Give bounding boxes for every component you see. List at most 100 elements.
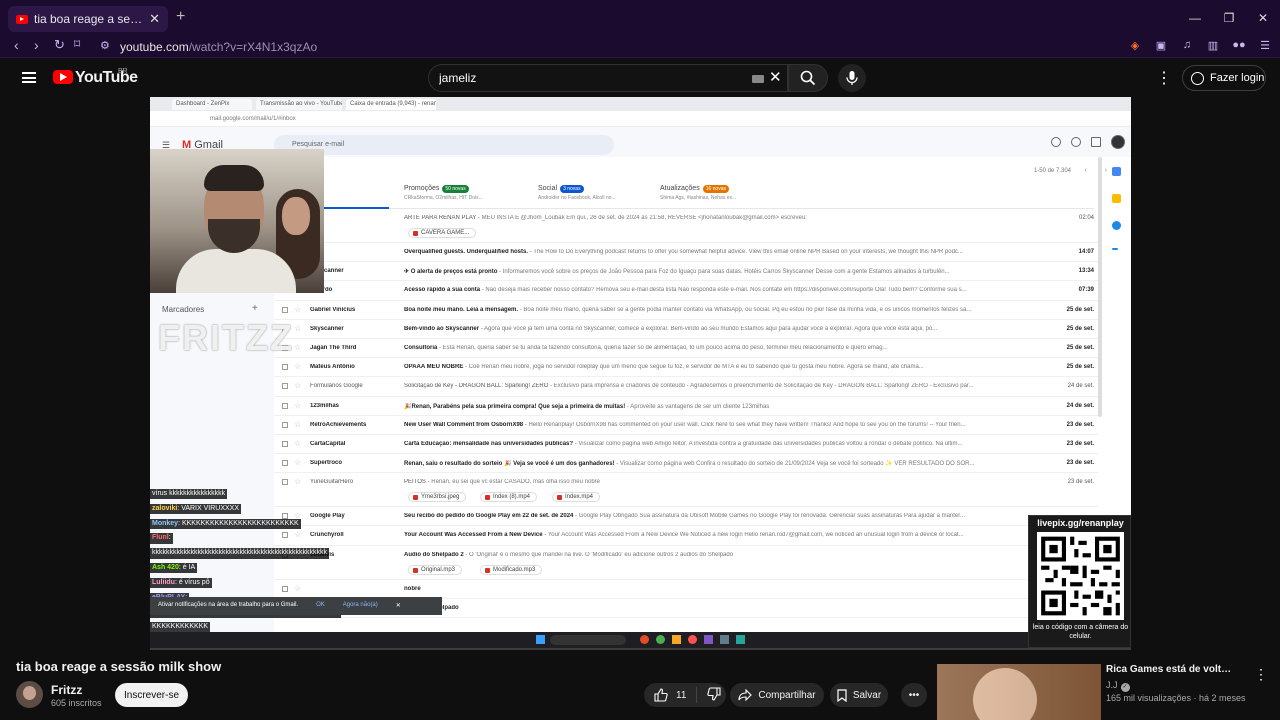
star-icon: ☆ [294,342,302,352]
email-snippet: Seu recibo do pedido do Google Play em 2… [404,513,1044,519]
email-date: 25 de set. [1066,325,1094,332]
share-button[interactable]: Compartilhar [730,683,824,707]
maximize-icon[interactable]: ❐ [1212,0,1246,36]
voice-search-button[interactable] [838,64,866,92]
minimize-icon[interactable]: — [1178,0,1212,36]
recommended-video-title[interactable]: Rica Games está de volta /... [1106,664,1236,675]
star-icon: ☆ [294,400,302,410]
chat-author: Luliidu [152,578,175,586]
search-input[interactable] [439,70,739,86]
notification-text: Ativar notificações na área de trabalho … [158,602,299,608]
email-preview: - Boa noite meu mano, queria saber se a … [518,306,972,313]
star-icon: ☆ [294,477,302,487]
category-name: Atualizações [660,185,700,192]
chat-author: Ash 420 [152,564,179,572]
email-row: ☆ Crunchyroll Your Account Was Accessed Fr… [274,526,1098,546]
email-attachment: Original.mp3 [408,564,463,575]
star-icon: ☆ [294,381,302,391]
gmail-categories: Promoções 50 novas CRkaSforma, O2milhas, … [274,179,1094,209]
email-preview: - MEU INSTA E @Jhom_Loubak Em qui., 26 d… [476,215,807,221]
subscribe-button[interactable]: Inscrever-se [115,683,188,707]
email-row: ☆tiodelvisAudio do Shelpado 2 - O 'Origi… [274,546,1098,580]
recommended-more-icon[interactable]: ⋮ [1254,666,1268,683]
email-sender: CartaCapital [310,440,346,447]
dislike-button[interactable] [697,686,731,704]
email-scrollbar [1098,157,1102,417]
star-icon: ☆ [294,362,302,372]
email-preview: - Hello Renanplay! OsbornX98 has comment… [523,421,966,428]
email-snippet: ARTE PARA RENAN PLAY - MEU INSTA E @Jhom… [404,215,1044,221]
extensions-icon[interactable]: ●● [1232,38,1246,52]
channel-watermark: FRITZZ [158,317,294,358]
video-tab: Transmissão ao vivo - YouTube [256,99,342,110]
labels-heading: Marcadores [162,305,205,314]
verified-icon: ✓ [1120,683,1130,692]
site-settings-icon[interactable]: ⚙ [100,39,110,52]
chat-author: Monkey [152,519,179,527]
category-badge: 50 novas [442,185,469,193]
email-row: ☆ CartaCapital Carta Educação: mensalidade… [274,435,1098,455]
brave-shield-icon[interactable]: ◈ [1128,38,1142,52]
email-checkbox [282,460,288,467]
recommended-video-thumbnail[interactable] [937,664,1101,720]
email-snippet: OPAAA MEU NOBRE - Coé Renan meu nobre, j… [404,364,1044,370]
email-preview: - Informaremos você sobre os preços de J… [497,269,950,276]
email-preview: - Aproveite as vantagens de ser um clien… [625,403,770,410]
email-preview: - Google Play Obrigado Sua assinatura da… [573,513,965,520]
mail-count: 1-50 de 7.304 [1033,168,1071,174]
youtube-logo-icon[interactable] [53,70,73,84]
more-icon: ••• [908,689,920,701]
profile-icon [1111,135,1125,149]
email-row: ☆ Supertroco Renan, saiu o resultado do so… [274,454,1098,474]
video-url: mail.google.com/mail/u/1/#inbox [210,116,296,122]
save-button[interactable]: Salvar [830,683,888,707]
recommended-channel-name: J.J [1106,680,1118,690]
youtube-logo-text[interactable]: YouTube [75,69,138,87]
taskbar-app-icon [736,635,745,644]
email-date: 24 de set. [1066,402,1094,409]
forward-icon[interactable]: › [34,37,39,53]
email-subject: Consultoria [404,344,438,351]
keyboard-icon[interactable] [752,75,764,83]
music-icon[interactable]: ♫ [1180,38,1194,52]
back-icon[interactable]: ‹ [14,37,19,53]
like-button[interactable]: 11 [644,687,698,703]
chat-message: kkkkkkkkkkkkkkkkkkkkkkkkkkkkkkkkkkkkkkkk… [150,548,329,559]
login-button[interactable]: Fazer login [1182,65,1266,91]
settings-more-icon[interactable]: ⋮ [1156,68,1172,88]
close-window-icon[interactable]: ✕ [1246,0,1280,36]
webcam-overlay [150,149,324,293]
screenshot-icon[interactable]: ▣ [1154,38,1168,52]
bookmark-icon [837,688,847,702]
email-date: 23 de set. [1066,460,1094,467]
menu-icon[interactable]: ☰ [1258,38,1272,52]
email-subject: Bem-vindo ao Skyscanner [404,325,480,332]
email-subject: Seu recibo do pedido do Google Play em 2… [404,513,574,520]
email-list: ☆ ARTE PARA RENAN PLAY - MEU INSTA E @Jho… [274,209,1098,618]
url-field[interactable]: youtube.com/watch?v=rX4N1x3qzAo [120,40,317,54]
email-subject: Your Account Was Accessed From a New Dev… [404,532,543,539]
video-player[interactable]: Dashboard - ZenPix Transmissão ao vivo -… [150,97,1131,648]
channel-avatar[interactable] [16,681,43,708]
bookmark-icon[interactable]: ⌑ [74,37,80,51]
close-tab-icon[interactable]: ✕ [149,11,160,27]
more-actions-button[interactable]: ••• [901,683,927,707]
email-row: ☆ Mateus Antônio OPAAA MEU NOBRE - Coé Ren… [274,358,1098,378]
clear-search-icon[interactable]: ✕ [769,68,782,86]
email-subject: Carta Educação: mensalidade nas universi… [404,440,574,447]
email-subject: Boa noite meu mano. Leia a mensagem. [404,306,519,313]
menu-icon[interactable] [22,72,36,83]
email-row: ☆ RetroAchievements New User Wall Comment … [274,416,1098,435]
email-date: 23 de set. [1067,479,1094,486]
video-progress-bar[interactable] [150,648,1131,650]
browser-tab[interactable]: tia boa reage a sessão milk show ✕ [8,6,168,32]
microphone-icon [846,71,858,85]
search-button[interactable] [788,64,828,92]
reload-icon[interactable]: ↻ [54,37,65,53]
sidebar-icon[interactable]: ▥ [1206,38,1220,52]
new-tab-icon[interactable]: + [176,8,185,26]
chat-message: Luliidu: é vírus pô [150,577,212,589]
email-subject: Acesso rápido à sua conta [404,287,481,294]
channel-name[interactable]: Fritzz [51,683,82,697]
category-social: Social 3 novas Androider no Facebook, Alc… [538,185,616,201]
